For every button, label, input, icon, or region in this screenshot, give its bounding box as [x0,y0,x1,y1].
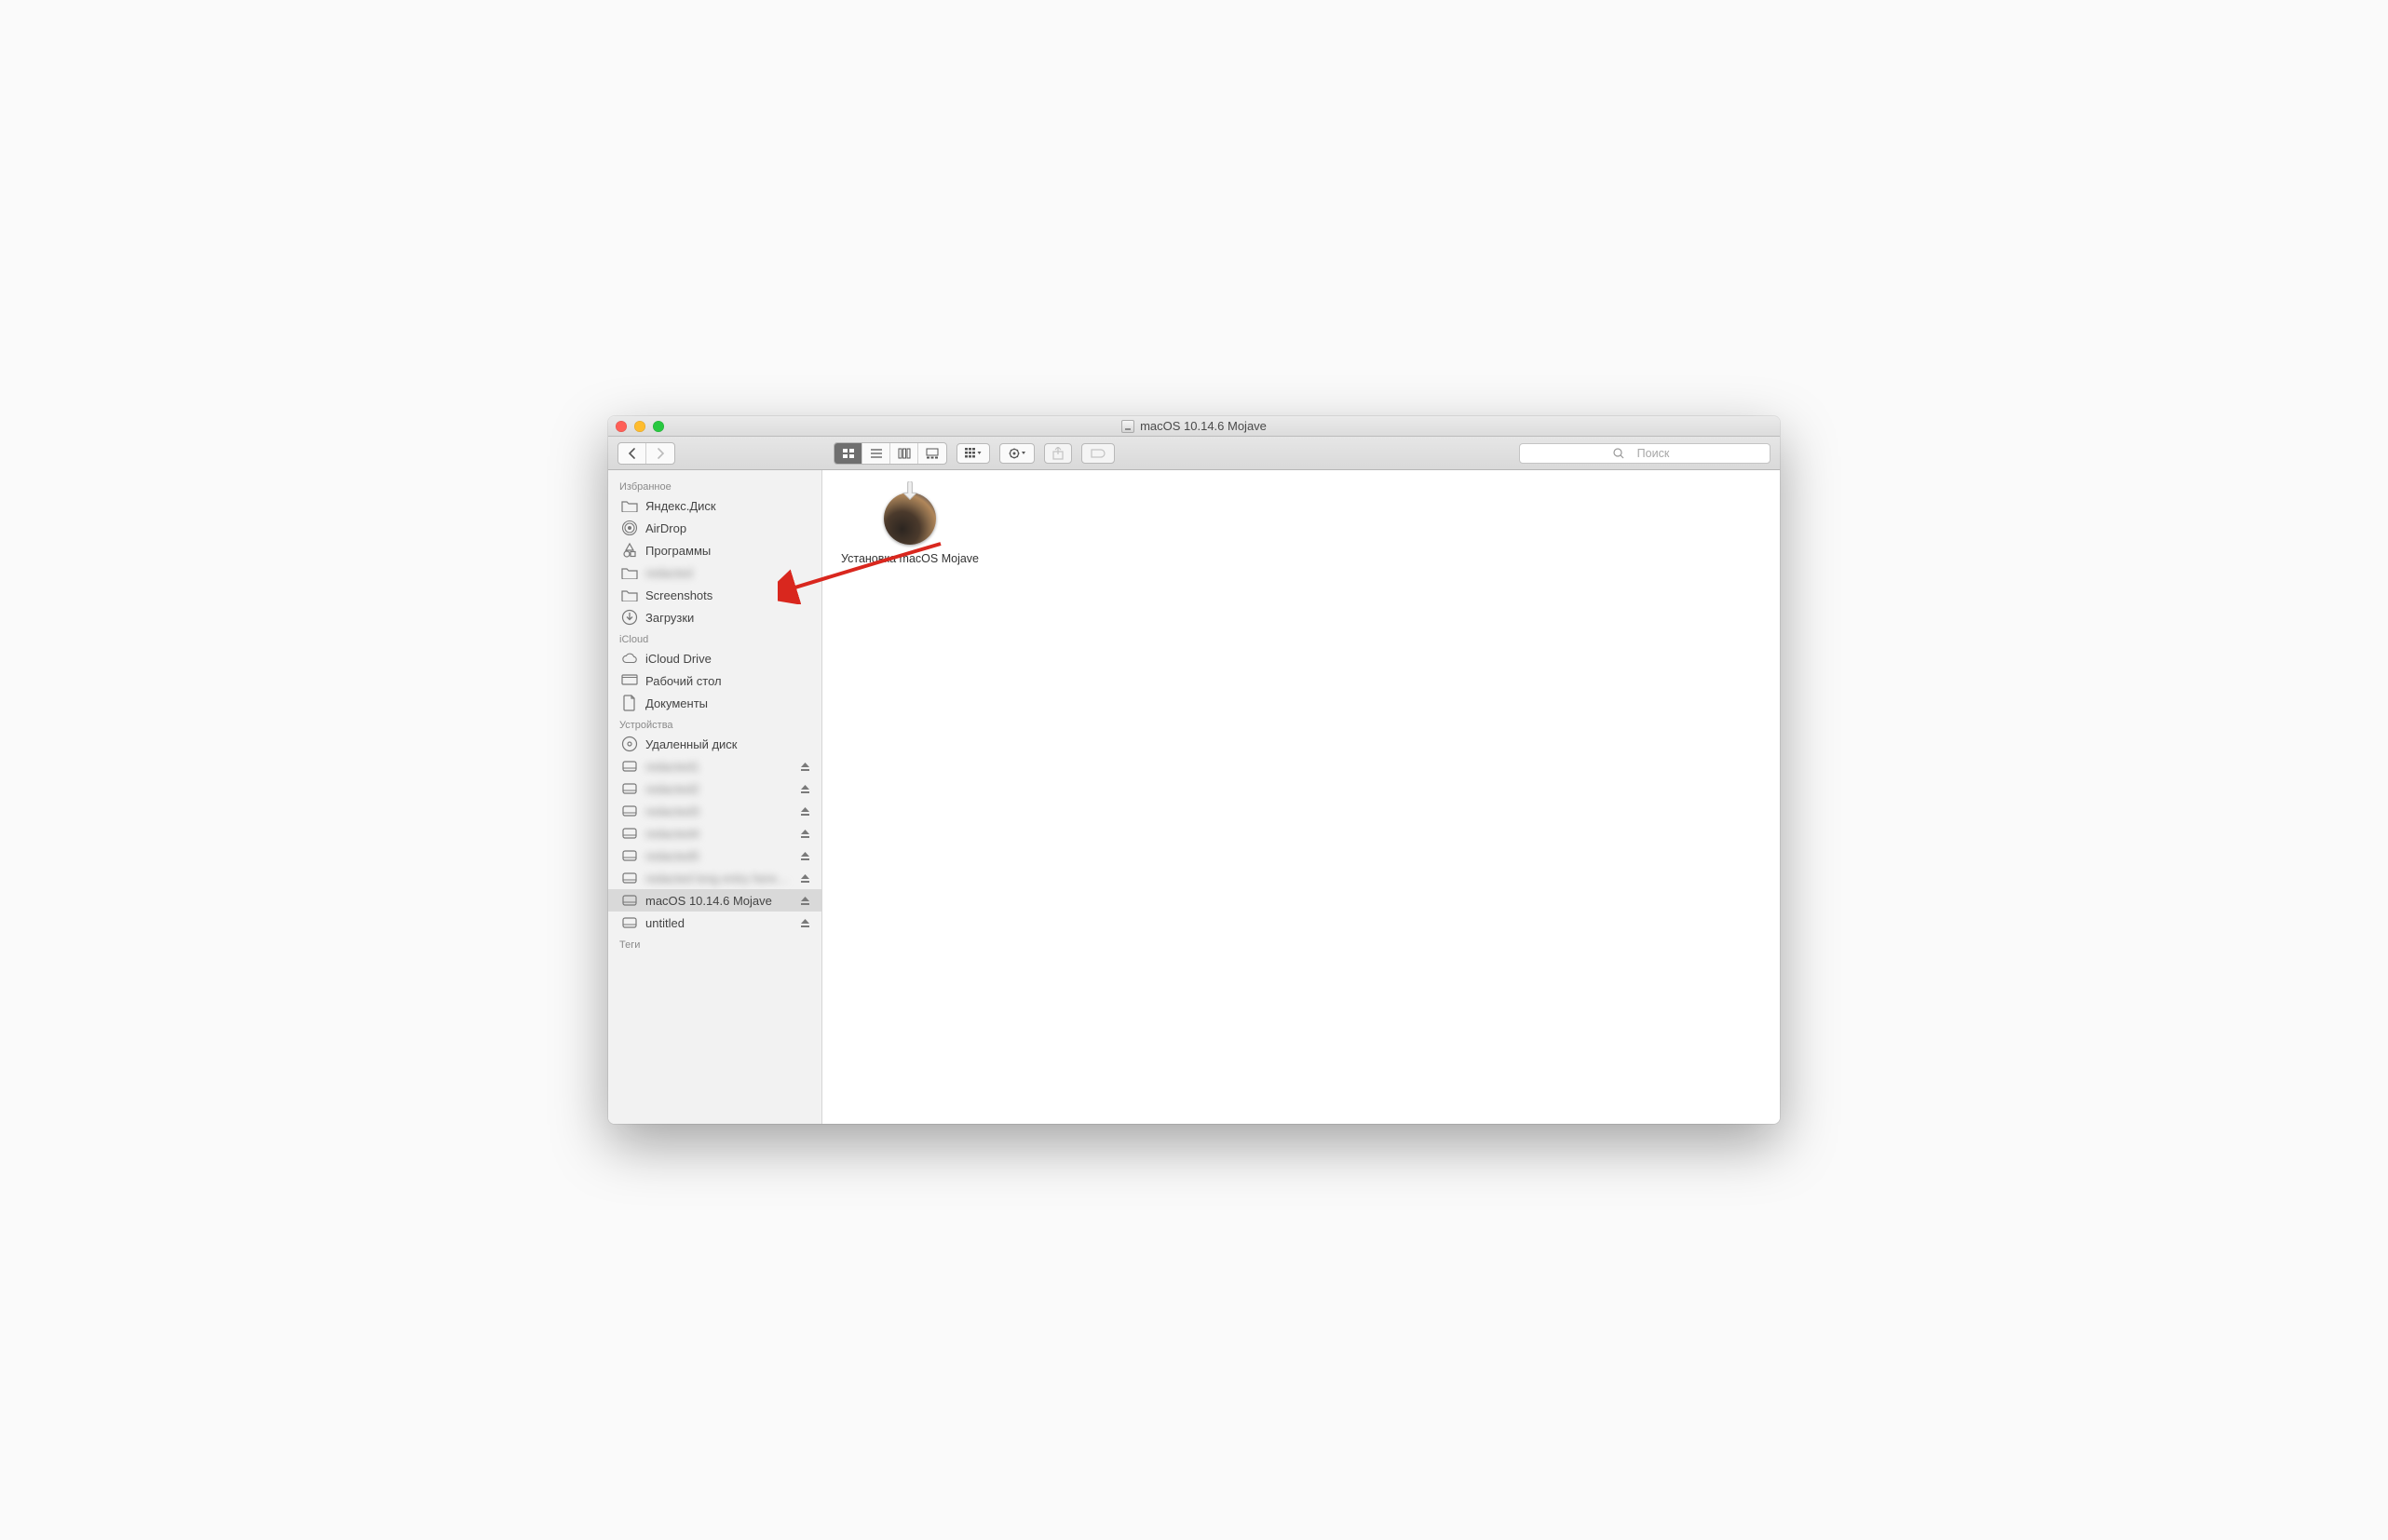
back-button[interactable] [618,443,646,464]
group-by-button[interactable] [957,443,990,464]
sidebar-item-label: redacted [645,566,812,580]
airdrop-icon [621,520,638,536]
search-input[interactable] [1630,447,1676,460]
disk-icon [621,758,638,775]
sidebar-item-label: Программы [645,544,812,558]
disk-icon [621,780,638,797]
sidebar-item-label: Документы [645,696,812,710]
main-area[interactable]: Установка macOS Mojave [822,470,1780,1124]
installer-icon [877,483,943,548]
search-field[interactable] [1519,443,1771,464]
sidebar-item-screenshots[interactable]: Screenshots [608,584,821,606]
eject-icon[interactable] [797,806,812,817]
sidebar-item-label: redacted2 [645,782,790,796]
icon-view-button[interactable] [834,443,862,464]
sidebar-item-disk-redacted[interactable]: redacted4 [608,822,821,844]
cloud-icon [621,650,638,667]
sidebar-item-documents[interactable]: Документы [608,692,821,714]
window-title-text: macOS 10.14.6 Mojave [1140,419,1267,433]
forward-button[interactable] [646,443,674,464]
traffic-lights [616,421,664,432]
close-button[interactable] [616,421,627,432]
eject-icon[interactable] [797,918,812,928]
sidebar-item-label: Яндекс.Диск [645,499,812,513]
sidebar-item-folder-redacted[interactable]: redacted [608,561,821,584]
sidebar-item-applications[interactable]: Программы [608,539,821,561]
file-item-install-macos[interactable]: Установка macOS Mojave [835,483,984,567]
desktop-icon [621,672,638,689]
folder-icon [621,564,638,581]
column-view-button[interactable] [890,443,918,464]
eject-icon[interactable] [797,829,812,839]
sidebar-item-label: untitled [645,916,790,930]
sidebar-item-label: redacted3 [645,804,790,818]
search-icon [1613,448,1624,459]
sidebar-item-remote-disc[interactable]: Удаленный диск [608,733,821,755]
downloads-icon [621,609,638,626]
sidebar-item-disk-redacted[interactable]: redacted2 [608,777,821,800]
sidebar-item-label: AirDrop [645,521,812,535]
eject-icon[interactable] [797,851,812,861]
window-title: macOS 10.14.6 Mojave [1121,419,1267,433]
sidebar-item-label: redacted1 [645,760,790,774]
optical-disc-icon [621,736,638,752]
view-mode-buttons [834,442,947,465]
gallery-view-button[interactable] [918,443,946,464]
sidebar-item-label: macOS 10.14.6 Mojave [645,894,790,908]
sidebar-item-label: Удаленный диск [645,737,812,751]
disk-icon [621,847,638,864]
sidebar: Избранное Яндекс.Диск AirDrop Программы … [608,470,822,1124]
sidebar-section-tags: Теги [608,934,821,952]
folder-icon [621,587,638,603]
sidebar-item-yandex-disk[interactable]: Яндекс.Диск [608,494,821,517]
minimize-button[interactable] [634,421,645,432]
sidebar-item-disk-redacted[interactable]: redacted3 [608,800,821,822]
finder-window: macOS 10.14.6 Mojave [608,416,1780,1124]
eject-icon[interactable] [797,784,812,794]
nav-buttons [617,442,675,465]
sidebar-item-label: redacted5 [645,849,790,863]
download-arrow-icon [898,481,922,506]
titlebar: macOS 10.14.6 Mojave [608,416,1780,437]
sidebar-item-label: Рабочий стол [645,674,812,688]
disk-icon [621,914,638,931]
sidebar-item-disk-redacted[interactable]: redacted long entry here… [608,867,821,889]
sidebar-section-icloud: iCloud [608,628,821,647]
disk-icon [1121,420,1134,433]
eject-icon[interactable] [797,896,812,906]
content-area: Избранное Яндекс.Диск AirDrop Программы … [608,470,1780,1124]
sidebar-item-disk-redacted[interactable]: redacted5 [608,844,821,867]
sidebar-item-icloud-drive[interactable]: iCloud Drive [608,647,821,669]
sidebar-item-label: Screenshots [645,588,812,602]
list-view-button[interactable] [862,443,890,464]
eject-icon[interactable] [797,762,812,772]
action-button[interactable] [999,443,1035,464]
sidebar-item-macos-mojave[interactable]: macOS 10.14.6 Mojave [608,889,821,912]
document-icon [621,695,638,711]
sidebar-item-downloads[interactable]: Загрузки [608,606,821,628]
sidebar-item-label: Загрузки [645,611,812,625]
applications-icon [621,542,638,559]
share-button[interactable] [1044,443,1072,464]
folder-icon [621,497,638,514]
disk-icon [621,825,638,842]
sidebar-item-airdrop[interactable]: AirDrop [608,517,821,539]
zoom-button[interactable] [653,421,664,432]
sidebar-item-label: redacted long entry here… [645,871,790,885]
disk-icon [621,803,638,819]
file-label: Установка macOS Mojave [835,552,984,567]
tags-button[interactable] [1081,443,1115,464]
eject-icon[interactable] [797,873,812,884]
sidebar-item-desktop[interactable]: Рабочий стол [608,669,821,692]
toolbar [608,437,1780,470]
disk-icon [621,870,638,886]
sidebar-section-devices: Устройства [608,714,821,733]
sidebar-item-label: iCloud Drive [645,652,812,666]
sidebar-item-disk-redacted[interactable]: redacted1 [608,755,821,777]
sidebar-section-favorites: Избранное [608,476,821,494]
disk-icon [621,892,638,909]
sidebar-item-untitled[interactable]: untitled [608,912,821,934]
sidebar-item-label: redacted4 [645,827,790,841]
